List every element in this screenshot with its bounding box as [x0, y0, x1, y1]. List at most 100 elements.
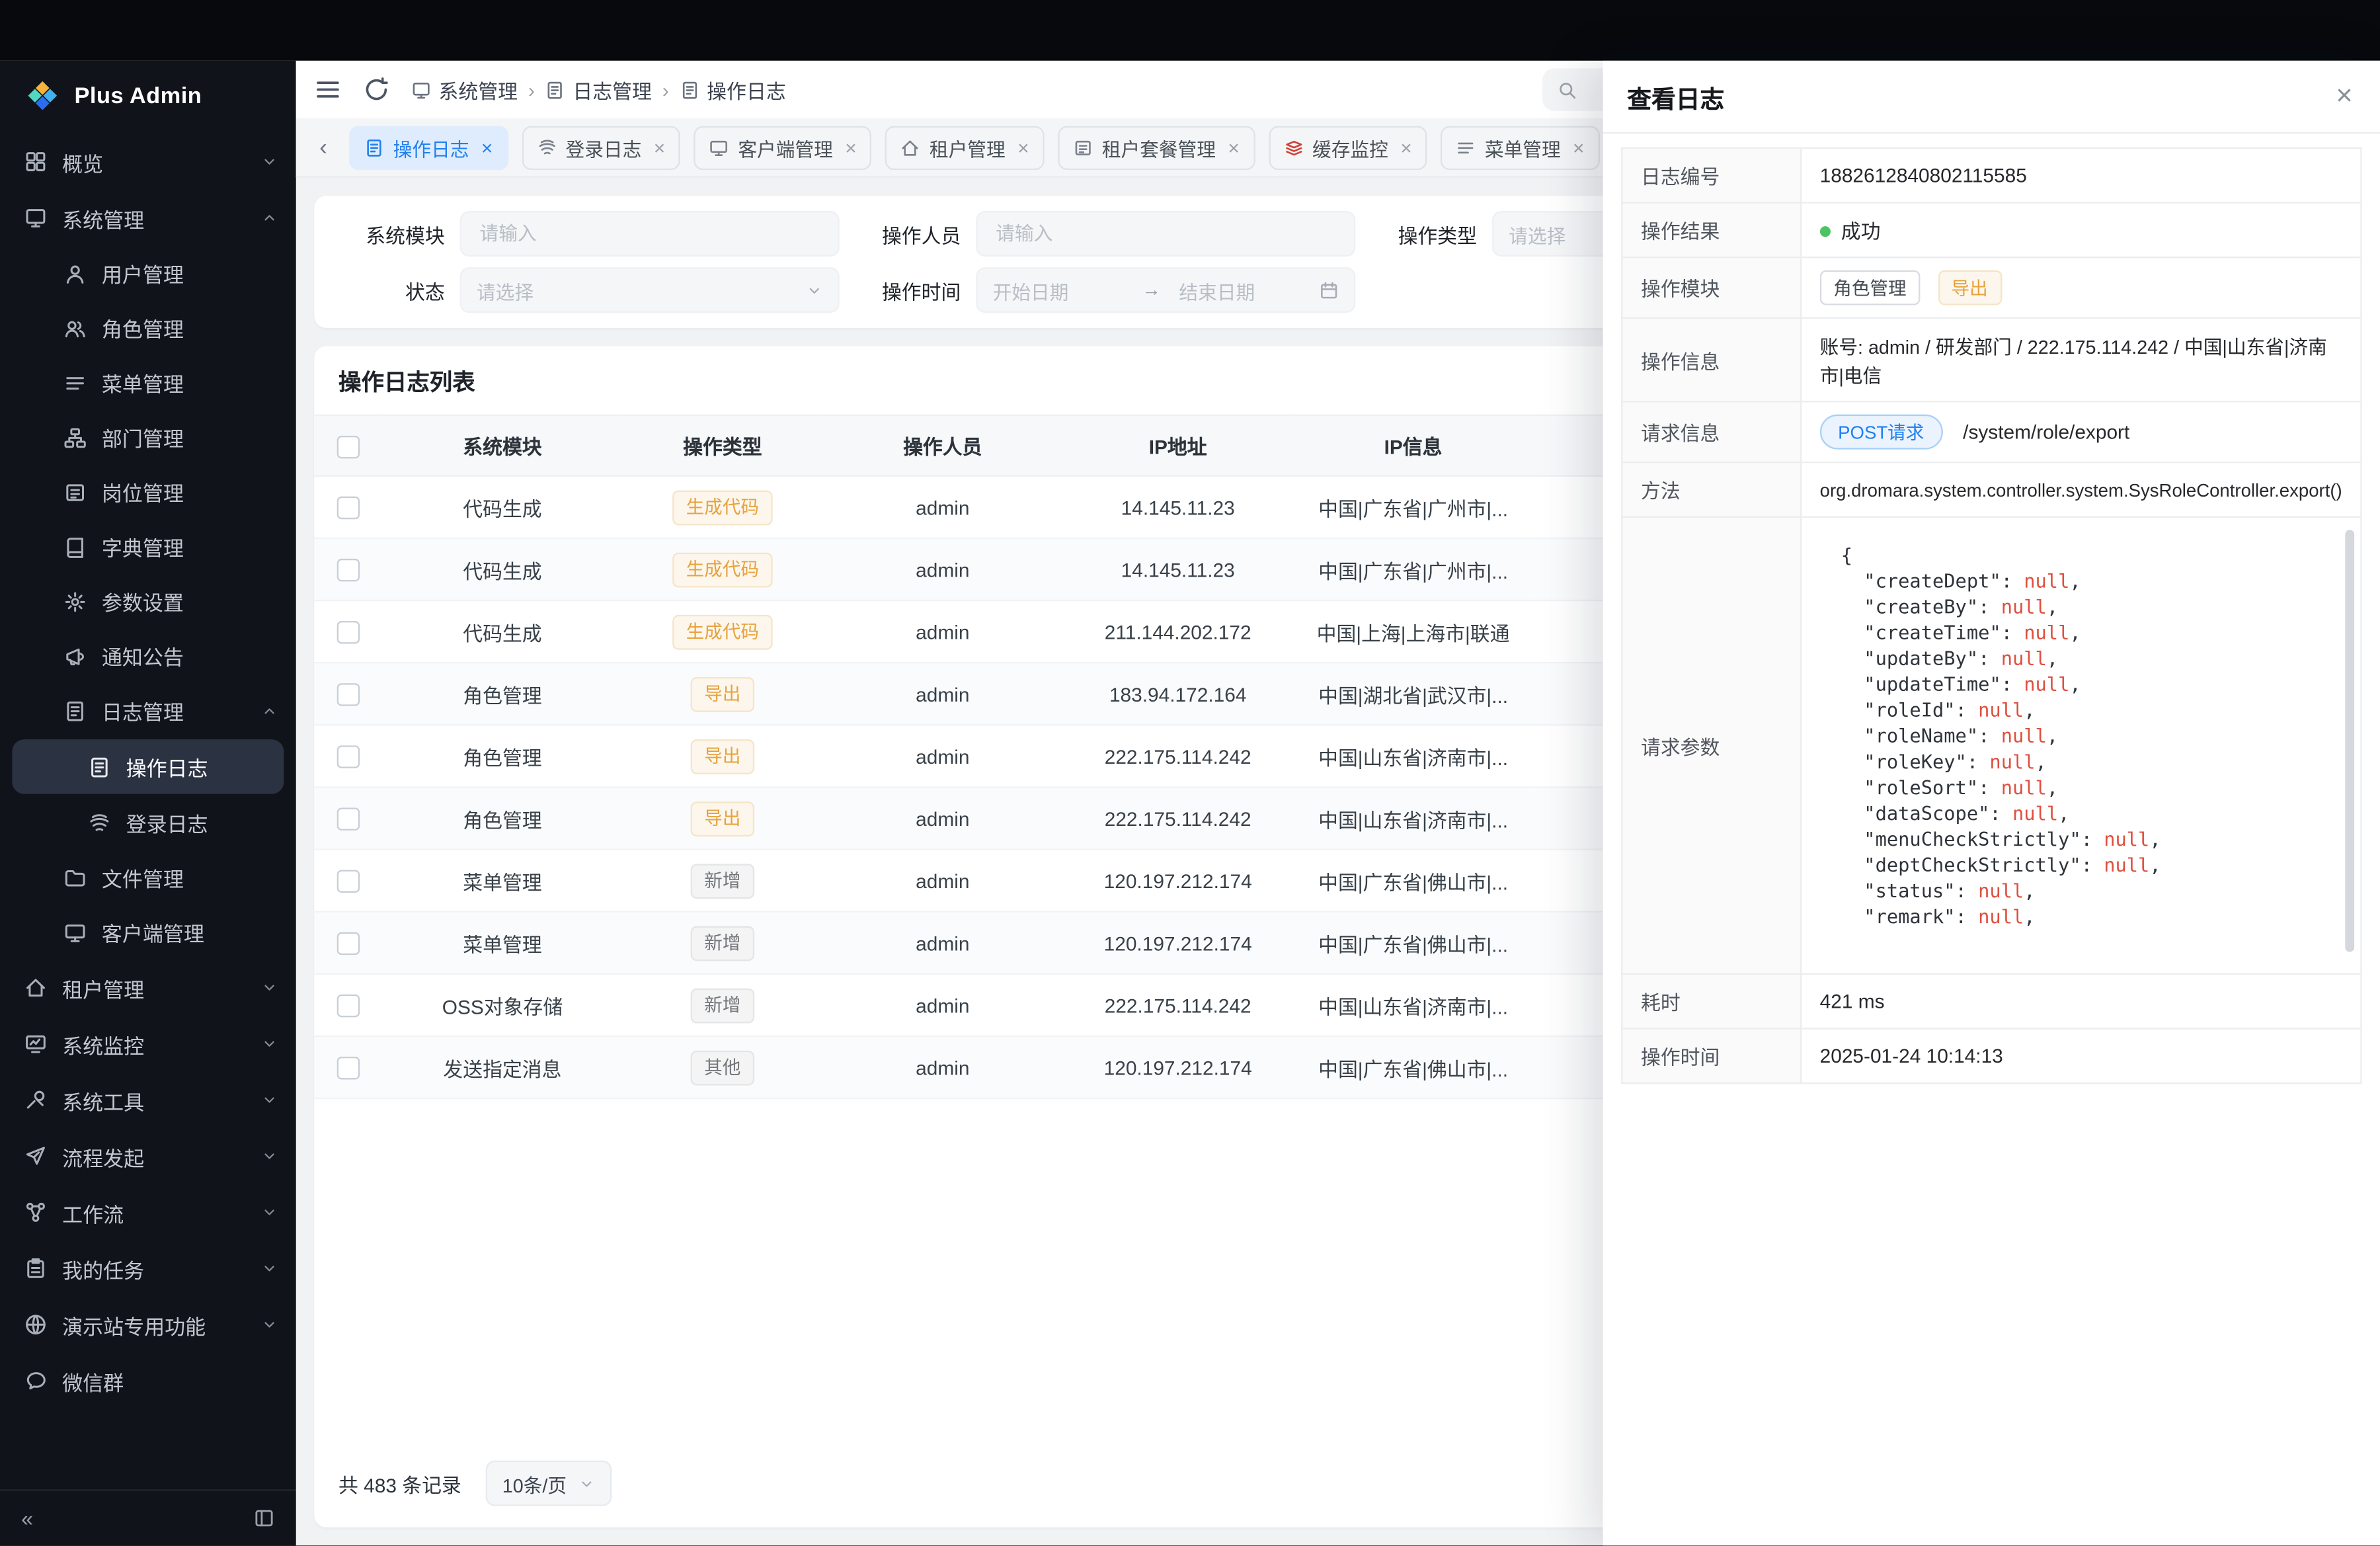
sidebar-item-overview[interactable]: 概览 [0, 134, 296, 190]
code-line: "remark": null, [1841, 903, 2321, 929]
row-checkbox[interactable] [337, 745, 359, 768]
sidebar-item-system-mgmt[interactable]: 系统管理 [0, 190, 296, 246]
tab-tenant-package[interactable]: 租户套餐管理× [1058, 125, 1255, 169]
field-value: 成功 [1801, 203, 2361, 258]
sidebar-item-param-settings[interactable]: 参数设置 [0, 574, 296, 629]
system-icon [24, 206, 47, 229]
sidebar-item-flow-start[interactable]: 流程发起 [0, 1128, 296, 1184]
oplog-icon [88, 755, 110, 778]
app-logo: Plus Admin [0, 61, 296, 131]
sidebar-item-file-mgmt[interactable]: 文件管理 [0, 850, 296, 905]
system-module-input[interactable] [477, 222, 822, 246]
sidebar-item-label: 日志管理 [102, 696, 246, 726]
tab-close-icon[interactable]: × [1228, 138, 1239, 157]
sidebar-item-notice[interactable]: 通知公告 [0, 629, 296, 684]
row-checkbox[interactable] [337, 995, 359, 1017]
sidebar-item-system-monitor[interactable]: 系统监控 [0, 1016, 296, 1072]
sidebar-item-log-mgmt[interactable]: 日志管理 [0, 683, 296, 738]
sidebar-item-role-mgmt[interactable]: 角色管理 [0, 301, 296, 356]
sidebar-item-client-mgmt[interactable]: 客户端管理 [0, 905, 296, 959]
search-icon [1558, 80, 1577, 100]
wechat-icon [24, 1369, 47, 1392]
op-type-tag: 生成代码 [672, 614, 773, 649]
row-checkbox[interactable] [337, 621, 359, 643]
sidebar-item-system-tools[interactable]: 系统工具 [0, 1072, 296, 1128]
tab-label: 客户端管理 [738, 133, 833, 162]
pin-layout-icon[interactable] [253, 1508, 274, 1529]
cell-ip: 183.94.172.164 [1064, 663, 1291, 725]
sidebar-item-tenant-mgmt[interactable]: 租户管理 [0, 959, 296, 1016]
row-checkbox[interactable] [337, 1057, 359, 1079]
log-icon [63, 699, 86, 721]
op-type-tag: 新增 [691, 988, 754, 1023]
sidebar-item-label: 登录日志 [126, 807, 278, 838]
op-type-tag: 导出 [691, 801, 754, 836]
tab-close-icon[interactable]: × [845, 138, 856, 157]
row-checkbox[interactable] [337, 683, 359, 706]
sidebar-item-operation-log[interactable]: 操作日志 [12, 739, 284, 794]
row-checkbox[interactable] [337, 559, 359, 581]
tab-oplog[interactable]: 操作日志× [349, 125, 508, 169]
tab-loginlog[interactable]: 登录日志× [522, 125, 680, 169]
cell-system-module: 代码生成 [381, 600, 623, 663]
op-type-placeholder: 请选择 [1509, 220, 1566, 249]
detail-row-params: 请求参数 {"createDept": null,"createBy": nul… [1622, 517, 2361, 974]
field-label: 操作信息 [1622, 318, 1801, 401]
tabs-scroll-left-button[interactable]: ‹ [311, 134, 336, 160]
breadcrumb-item[interactable]: 操作日志 [680, 75, 786, 104]
operator-input[interactable] [993, 222, 1339, 246]
tab-close-icon[interactable]: × [654, 138, 665, 157]
tab-tenant[interactable]: 租户管理 × [885, 125, 1044, 169]
tab-close-icon[interactable]: × [1400, 138, 1411, 157]
code-line: "createDept": null, [1841, 568, 2321, 594]
code-scrollbar[interactable] [2345, 530, 2354, 952]
status-select[interactable]: 请选择 [460, 267, 840, 313]
menu-toggle-button[interactable] [314, 76, 341, 103]
breadcrumb-label: 日志管理 [573, 75, 651, 104]
drawer-close-button[interactable]: × [2336, 82, 2353, 111]
oplog-icon [680, 80, 699, 100]
sidebar-item-demo-features[interactable]: 演示站专用功能 [0, 1297, 296, 1353]
tab-close-icon[interactable]: × [1017, 138, 1029, 157]
refresh-button[interactable] [363, 76, 390, 103]
start-date-placeholder: 开始日期 [993, 276, 1124, 305]
row-checkbox[interactable] [337, 497, 359, 519]
cell-system-module: 菜单管理 [381, 850, 623, 912]
code-line: "createTime": null, [1841, 620, 2321, 645]
tab-client[interactable]: 客户端管理 × [694, 125, 872, 169]
sidebar-item-dict-mgmt[interactable]: 字典管理 [0, 519, 296, 574]
sidebar-item-post-mgmt[interactable]: 岗位管理 [0, 465, 296, 520]
breadcrumb-item[interactable]: 日志管理 [545, 75, 652, 104]
chevron-down-icon [261, 1260, 278, 1277]
post-icon [1073, 138, 1093, 157]
sidebar-item-login-log[interactable]: 登录日志 [0, 795, 296, 850]
tab-menu[interactable]: 菜单管理× [1441, 125, 1599, 169]
end-date-placeholder: 结束日期 [1179, 276, 1310, 305]
sidebar-item-workflow[interactable]: 工作流 [0, 1184, 296, 1241]
page-size-select[interactable]: 10条/页 [486, 1461, 612, 1506]
op-type-tag: 生成代码 [672, 489, 773, 524]
chevron-down-icon [261, 979, 278, 996]
log-icon [545, 80, 565, 100]
sidebar-item-user-mgmt[interactable]: 用户管理 [0, 246, 296, 301]
code-line: "roleSort": null, [1841, 774, 2321, 800]
select-all-checkbox[interactable] [337, 435, 359, 458]
sidebar-item-menu-mgmt[interactable]: 菜单管理 [0, 355, 296, 410]
row-checkbox[interactable] [337, 808, 359, 831]
row-checkbox[interactable] [337, 870, 359, 893]
tab-close-icon[interactable]: × [481, 138, 493, 157]
sidebar-item-my-tasks[interactable]: 我的任务 [0, 1241, 296, 1297]
tab-label: 租户管理 [930, 133, 1006, 162]
sidebar-item-wechat-group[interactable]: 微信群 [0, 1353, 296, 1409]
row-checkbox[interactable] [337, 932, 359, 955]
breadcrumb-item[interactable]: 系统管理 [411, 75, 518, 104]
tab-cache-monitor[interactable]: 缓存监控× [1268, 125, 1427, 169]
sidebar-item-dept-mgmt[interactable]: 部门管理 [0, 410, 296, 465]
sidebar-collapse-button[interactable]: « [21, 1506, 33, 1531]
chevron-up-icon [261, 702, 278, 719]
cell-ip: 120.197.212.174 [1064, 912, 1291, 974]
tab-close-icon[interactable]: × [1573, 138, 1584, 157]
op-time-range-picker[interactable]: 开始日期 → 结束日期 [976, 267, 1355, 313]
detail-row-request: 请求信息 POST请求 /system/role/export [1622, 401, 2361, 462]
field-value: org.dromara.system.controller.system.Sys… [1801, 462, 2361, 517]
